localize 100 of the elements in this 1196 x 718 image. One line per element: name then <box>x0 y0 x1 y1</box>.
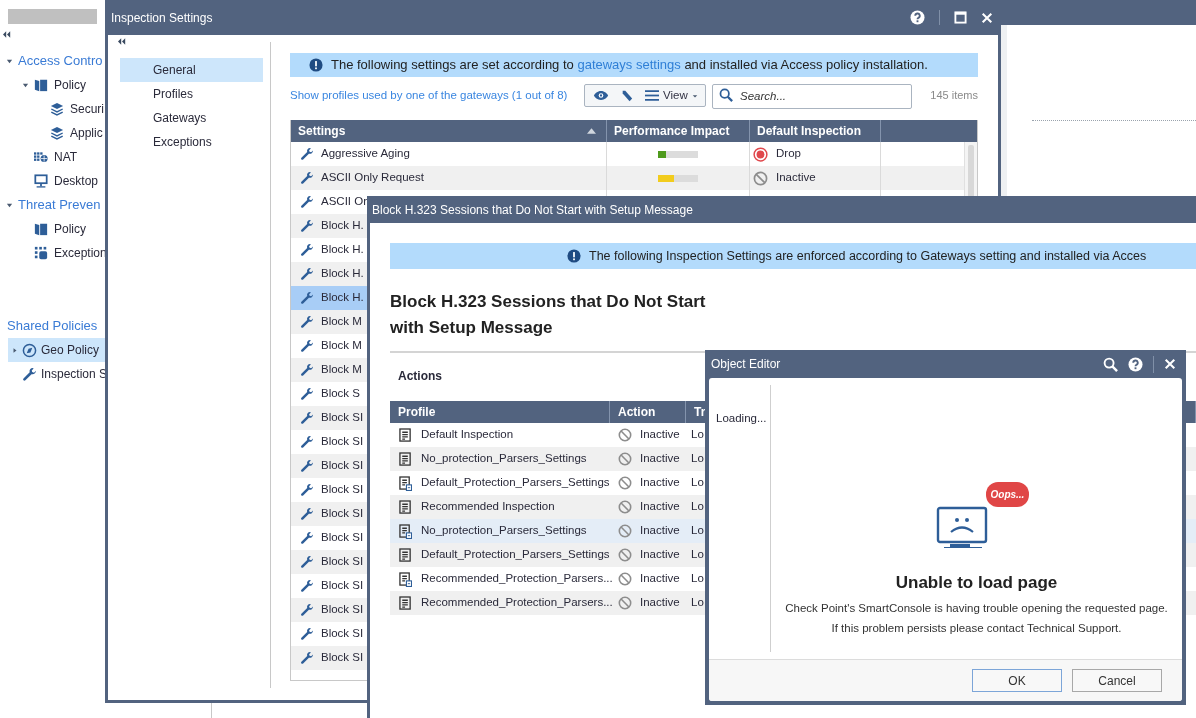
setting-name: Block H. <box>321 290 364 306</box>
pencil-icon[interactable] <box>621 89 633 102</box>
setting-name: Block S <box>321 386 360 402</box>
setting-name: Block M <box>321 338 362 354</box>
tree-item[interactable]: Applic <box>70 124 103 142</box>
window-title: Block H.323 Sessions that Do Not Start with Setup Message <box>372 201 693 219</box>
nav-item[interactable]: Gateways <box>120 106 263 130</box>
wrench-icon <box>300 339 314 353</box>
tree-item[interactable]: Policy <box>54 220 86 238</box>
banner-text: The following Inspection Settings are enforced according to Gateways setting and installed via Acces <box>589 247 1147 265</box>
impact-meter <box>658 150 698 158</box>
wrench-icon <box>300 531 314 545</box>
wrench-icon <box>300 243 314 257</box>
layers-icon <box>50 102 64 116</box>
tree-item[interactable]: Policy <box>54 76 86 94</box>
menu-icon <box>645 90 659 101</box>
action-value: Inactive <box>640 427 680 443</box>
help-icon[interactable] <box>1128 356 1143 372</box>
protection-heading: Block H.323 Sessions that Do Not Start with Setup Message <box>390 291 707 339</box>
table-cell-text: Lo <box>691 499 704 515</box>
setting-name: Block SI <box>321 482 364 498</box>
banner-text: The following settings are set according to gateways settings and installed via Access policy installation. <box>331 56 928 75</box>
profile-name: Default_Protection_Parsers_Settings <box>421 547 610 563</box>
speech-bubble: Oops... <box>985 482 1030 507</box>
table-cell-text: Lo <box>691 451 704 467</box>
error-heading: Unable to load page <box>895 572 1058 594</box>
wrench-icon <box>300 579 314 593</box>
help-icon[interactable] <box>910 10 925 25</box>
wrench-icon <box>300 651 314 665</box>
sort-up-icon <box>587 128 596 134</box>
table-cell-text: Lo <box>691 571 704 587</box>
wrench-icon <box>300 627 314 641</box>
search-field[interactable]: Search... <box>712 83 912 109</box>
tree-section-label[interactable]: Access Contro <box>18 51 103 71</box>
action-value: Inactive <box>640 523 680 539</box>
maximize-icon[interactable] <box>954 11 967 24</box>
caret-down-icon[interactable] <box>22 81 29 89</box>
dialog-button[interactable]: Cancel <box>1072 669 1162 692</box>
inspection-value: Drop <box>776 146 801 162</box>
action-value: Inactive <box>640 595 680 611</box>
setting-name: Block M <box>321 362 362 378</box>
profile-name: No_protection_Parsers_Settings <box>421 451 587 467</box>
setting-name: Block SI <box>321 626 364 642</box>
table-cell-text: Lo <box>691 427 704 443</box>
wrench-icon <box>300 315 314 329</box>
section-title: Shared Policies <box>6 317 99 336</box>
setting-name: Block SI <box>321 554 364 570</box>
wrench-icon <box>300 195 314 209</box>
nav-item[interactable]: General <box>120 58 263 82</box>
setting-name: ASCII Only Request <box>321 170 424 186</box>
caret-down-icon[interactable] <box>6 201 13 209</box>
loading-text: Loading... <box>716 412 767 424</box>
tree-item[interactable]: Exception <box>54 244 107 262</box>
profile-name: Default Inspection <box>421 427 514 443</box>
dialog-button[interactable]: OK <box>972 669 1062 692</box>
close-icon[interactable] <box>1164 358 1176 370</box>
table-cell-text: Lo <box>691 523 704 539</box>
setting-name: Block H. <box>321 242 364 258</box>
nav-item[interactable]: Profiles <box>120 82 263 106</box>
table-cell-text: Lo <box>691 595 704 611</box>
collapse-icon[interactable] <box>118 38 126 45</box>
window-title: Inspection Settings <box>111 9 214 27</box>
info-icon <box>309 58 323 72</box>
tree-item[interactable]: Securi <box>70 100 104 118</box>
setting-name: Block SI <box>321 434 364 450</box>
wrench-icon <box>300 411 314 425</box>
search-icon <box>719 88 733 102</box>
sad-monitor-icon <box>935 506 990 550</box>
caret-down-icon[interactable] <box>6 57 13 65</box>
wrench-icon <box>300 363 314 377</box>
wrench-icon <box>300 147 314 161</box>
profile-name: Recommended_Protection_Parsers... <box>421 595 613 611</box>
view-button[interactable]: View <box>645 86 698 105</box>
tree-item[interactable]: Desktop <box>54 172 99 190</box>
impact-meter <box>658 174 698 182</box>
error-message: If this problem persists please contact Technical Support. <box>831 620 1122 636</box>
tree-item[interactable]: Geo Policy <box>8 338 105 362</box>
error-message: Check Point's SmartConsole is having trouble opening the requested page. <box>785 600 1168 616</box>
wrench-icon <box>22 366 37 382</box>
profiles-link[interactable]: Show profiles used by one of the gateways (1 out of 8) <box>290 86 584 105</box>
wrench-icon <box>300 219 314 233</box>
setting-name: Block H. <box>321 266 364 282</box>
section-title: Actions <box>398 368 443 385</box>
compass-icon <box>22 342 37 358</box>
action-value: Inactive <box>640 499 680 515</box>
nav-item[interactable]: Exceptions <box>120 130 263 154</box>
setting-name: Aggressive Aging <box>321 146 410 162</box>
close-icon[interactable] <box>981 11 993 24</box>
collapse-icon <box>3 31 11 38</box>
wrench-icon <box>300 171 314 185</box>
table-cell-text: Lo <box>691 547 704 563</box>
tree-item[interactable]: NAT <box>54 148 78 166</box>
tree-section-label[interactable]: Threat Preven <box>18 195 101 215</box>
setting-name: Block SI <box>321 602 364 618</box>
setting-name: Block SI <box>321 578 364 594</box>
window-title: Object Editor <box>711 356 782 373</box>
wrench-icon <box>300 555 314 569</box>
eye-icon[interactable] <box>593 90 609 101</box>
setting-name: Block SI <box>321 650 364 666</box>
search-icon[interactable] <box>1103 356 1118 372</box>
